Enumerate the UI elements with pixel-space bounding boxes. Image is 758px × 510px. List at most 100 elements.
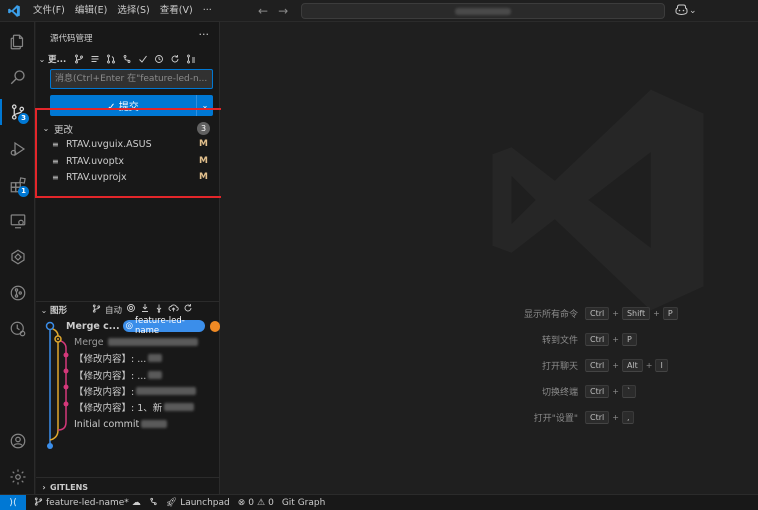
- graph-commit-row[interactable]: 【修改内容】: ...: [36, 350, 220, 366]
- redacted-text: [148, 371, 163, 379]
- key-cap: P: [662, 306, 678, 320]
- source-control-icon[interactable]: 3: [0, 95, 35, 129]
- commit-message-input[interactable]: 消息(Ctrl+Enter 在"feature-led-n...: [50, 69, 213, 89]
- changed-file-row[interactable]: ≡ RTAV.uvprojx M: [36, 169, 220, 185]
- changes-section-header[interactable]: ⌄ 更改 3: [36, 120, 220, 137]
- shortcut-keys: Ctrl + P: [585, 332, 637, 346]
- sidebar-more-button[interactable]: ···: [199, 28, 210, 41]
- gitlens-section-header[interactable]: › GITLENS: [36, 480, 88, 494]
- menu-edit[interactable]: 编辑(E): [70, 0, 112, 22]
- shortcut-label: 转到文件: [541, 335, 578, 346]
- graph-icon[interactable]: [120, 53, 133, 66]
- source-control-badge: 3: [18, 113, 29, 124]
- extensions-icon[interactable]: 1: [0, 168, 35, 202]
- search-icon[interactable]: [0, 60, 35, 94]
- fetch-icon[interactable]: [140, 303, 150, 316]
- file-name: RTAV.uvprojx: [66, 171, 127, 183]
- status-bar: ⟩⟨ feature-led-name* ☁ 🚀︎ Launchpad ⊗ 0 …: [0, 494, 758, 510]
- graph-auto-label[interactable]: 自动: [105, 304, 122, 316]
- shortcut-keys: Ctrl + Alt + I: [585, 358, 668, 372]
- shortcut-keys: Ctrl + `: [585, 384, 636, 398]
- shortcut-row: 打开聊天 Ctrl + Alt + I: [221, 358, 758, 372]
- target-icon[interactable]: [126, 303, 136, 316]
- refresh-icon[interactable]: [183, 303, 193, 316]
- refresh-icon[interactable]: [168, 53, 181, 66]
- problems-status[interactable]: ⊗ 0 ⚠ 0: [238, 498, 274, 508]
- branch-pill[interactable]: ◎ feature-led-name: [122, 316, 206, 336]
- shortcut-row: 显示所有命令 Ctrl + Shift + P: [221, 306, 758, 320]
- branch-status[interactable]: feature-led-name* ☁: [34, 496, 141, 509]
- file-lines-icon: ≡: [52, 139, 59, 149]
- branch-switch-icon[interactable]: [72, 53, 85, 66]
- key-cap: Ctrl: [585, 358, 610, 372]
- graph-commit-row[interactable]: Merge: [36, 334, 220, 350]
- command-center-search[interactable]: [301, 3, 665, 19]
- menu-more[interactable]: ···: [198, 0, 217, 22]
- graph-title: 图形: [50, 306, 68, 316]
- file-lines-icon: ≡: [52, 156, 59, 166]
- repo-section-header[interactable]: ⌄ 更...: [36, 50, 220, 68]
- commit-message: 【修改内容】:: [74, 387, 135, 398]
- graph-commit-row[interactable]: 【修改内容】: 1、新: [36, 399, 220, 415]
- graph-toolbar: 自动: [92, 303, 193, 316]
- chevron-right-icon: ›: [42, 482, 46, 492]
- copilot-menu[interactable]: ⌄: [675, 4, 697, 18]
- branch-auto-icon[interactable]: [92, 303, 101, 316]
- warning-icon: ⚠: [257, 497, 266, 508]
- push-icon[interactable]: [168, 303, 179, 316]
- key-cap: I: [655, 358, 668, 372]
- graph-commit-row[interactable]: Merge c... ◎ feature-led-name: [36, 316, 220, 336]
- history-icon[interactable]: [152, 53, 165, 66]
- pull-request-icon[interactable]: [104, 53, 117, 66]
- menu-view[interactable]: 查看(V): [155, 0, 198, 22]
- explorer-icon[interactable]: [0, 25, 35, 59]
- back-arrow-icon[interactable]: ←: [258, 4, 268, 18]
- graph-commit-row[interactable]: 【修改内容】: ...: [36, 367, 220, 383]
- pull-icon[interactable]: [154, 303, 164, 316]
- commit-check-icon[interactable]: [136, 53, 149, 66]
- gitlens-graph-status[interactable]: [149, 497, 158, 509]
- redacted-text: [148, 354, 163, 362]
- commit-message: 【修改内容】: ...: [74, 371, 147, 382]
- list-view-icon[interactable]: [88, 53, 101, 66]
- chevron-down-icon[interactable]: ⌄: [197, 101, 213, 110]
- redacted-text: [136, 387, 197, 395]
- settings-gear-icon[interactable]: [0, 460, 35, 494]
- account-icon[interactable]: [0, 424, 35, 458]
- menu-selection[interactable]: 选择(S): [112, 0, 154, 22]
- changes-count-badge: 3: [197, 122, 210, 135]
- remote-explorer-icon[interactable]: [0, 204, 35, 238]
- remote-indicator[interactable]: ⟩⟨: [0, 494, 26, 510]
- vscode-window: 文件(F) 编辑(E) 选择(S) 查看(V) ··· ← → ⌄ 3 1 源代…: [0, 0, 758, 510]
- redacted-text: [107, 338, 198, 346]
- forward-arrow-icon[interactable]: →: [278, 4, 288, 18]
- activity-bar: 3 1: [0, 22, 35, 494]
- chevron-down-icon: ⌄: [38, 54, 46, 64]
- changed-file-row[interactable]: ≡ RTAV.uvoptx M: [36, 153, 220, 169]
- title-bar: 文件(F) 编辑(E) 选择(S) 查看(V) ··· ← → ⌄: [0, 0, 758, 22]
- menu-file[interactable]: 文件(F): [28, 0, 70, 22]
- gitlens-title: GITLENS: [50, 482, 89, 492]
- sidebar-title: 源代码管理: [50, 34, 93, 44]
- timeline-icon[interactable]: [0, 312, 35, 346]
- git-graph-icon[interactable]: [0, 276, 35, 310]
- scm-toolbar: [72, 53, 197, 66]
- redacted-text: [141, 420, 168, 428]
- branch-more-icon[interactable]: [184, 53, 197, 66]
- gitlens-icon[interactable]: [0, 240, 35, 274]
- run-debug-icon[interactable]: [0, 132, 35, 166]
- graph-commit-row[interactable]: Initial commit: [36, 416, 220, 432]
- shortcut-label: 显示所有命令: [523, 309, 578, 320]
- shortcut-keys: Ctrl + ,: [585, 410, 635, 424]
- key-cap: Ctrl: [585, 410, 610, 424]
- sync-cloud-icon: ☁: [131, 497, 141, 508]
- commit-button[interactable]: ✓ 提交 ⌄: [50, 95, 213, 116]
- key-cap: Ctrl: [585, 332, 610, 346]
- changed-file-row[interactable]: ≡ RTAV.uvguix.ASUS M: [36, 136, 220, 152]
- key-cap: ,: [621, 410, 635, 424]
- shortcut-row: 切换终端 Ctrl + `: [221, 384, 758, 398]
- launchpad-status[interactable]: 🚀︎ Launchpad: [166, 498, 230, 508]
- graph-commit-row[interactable]: 【修改内容】:: [36, 383, 220, 399]
- shortcut-label: 打开聊天: [541, 361, 578, 372]
- git-graph-status[interactable]: Git Graph: [282, 498, 325, 508]
